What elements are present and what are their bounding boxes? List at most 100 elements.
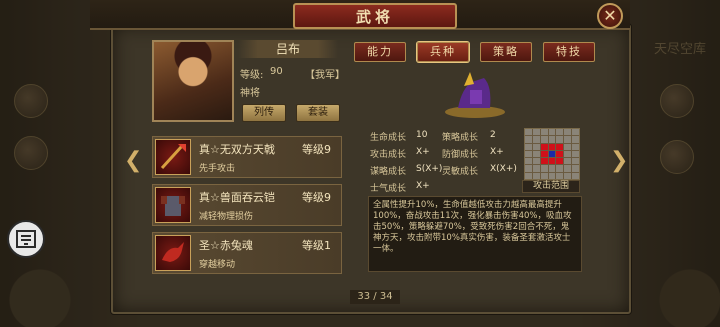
equipment-desc: 减轻物理损伤 <box>199 212 254 222</box>
pagination: 33 / 34 <box>350 290 400 304</box>
equipment-level: 等级1 <box>302 239 331 252</box>
agility-growth-value: X(X+) <box>490 164 517 174</box>
hero-level: 90 <box>270 66 283 77</box>
range-cell <box>572 172 579 179</box>
attack-growth-label: 攻击成长 <box>370 150 407 160</box>
range-cell <box>572 165 579 172</box>
equipment-level: 等级9 <box>302 143 331 156</box>
armor-icon <box>155 187 191 223</box>
intellect-growth-value: S(X+) <box>416 164 443 174</box>
range-cell <box>532 158 540 165</box>
range-cell <box>556 158 564 165</box>
range-cell <box>532 172 540 179</box>
equipment-desc: 先手攻击 <box>199 164 236 174</box>
range-cell <box>525 129 532 136</box>
floating-assist-button[interactable] <box>7 220 45 258</box>
troop-description: 全属性提升10%，生命值越低攻击力越高最高提升100%，奋战攻击11次，强化暴击… <box>368 196 582 272</box>
range-cell <box>548 136 556 143</box>
bio-button[interactable]: 列传 <box>242 104 286 122</box>
defense-growth-label: 防御成长 <box>442 150 479 160</box>
next-arrow-icon[interactable]: ❯ <box>610 150 628 172</box>
equipment-slot-weapon[interactable]: 真☆无双方天戟 等级9 先手攻击 <box>152 136 342 178</box>
hero-portrait <box>152 40 234 122</box>
troop-unit-image <box>440 68 510 120</box>
hero-name: 吕布 <box>238 40 338 58</box>
range-cell <box>532 136 540 143</box>
range-cell <box>564 129 572 136</box>
tab-troop[interactable]: 兵种 <box>417 42 469 62</box>
strategy-growth-label: 策略成长 <box>442 133 479 143</box>
equipment-name: 真☆兽面吞云铠 <box>199 191 275 204</box>
intellect-growth-label: 谋略成长 <box>370 167 407 177</box>
range-cell <box>548 172 556 179</box>
range-cell <box>564 143 572 150</box>
tab-ability[interactable]: 能力 <box>354 42 406 62</box>
range-cell <box>572 143 579 150</box>
equipment-level: 等级9 <box>302 191 331 204</box>
page-title: 武将 <box>293 3 457 29</box>
range-cell <box>556 136 564 143</box>
equipment-name: 圣☆赤兔魂 <box>199 239 253 252</box>
range-cell <box>532 165 540 172</box>
range-cell <box>572 158 579 165</box>
equipment-name: 真☆无双方天戟 <box>199 143 275 156</box>
range-cell <box>532 129 540 136</box>
range-cell <box>525 150 532 158</box>
range-cell <box>525 136 532 143</box>
attack-range-label: 攻击范围 <box>522 180 580 193</box>
range-cell <box>556 143 564 150</box>
agility-growth-label: 灵敏成长 <box>442 167 479 177</box>
suit-button[interactable]: 套装 <box>296 104 340 122</box>
range-cell <box>572 136 579 143</box>
hero-level-label: 等级: <box>240 70 264 81</box>
range-cell <box>525 172 532 179</box>
hp-growth-label: 生命成长 <box>370 133 407 143</box>
range-cell <box>572 129 579 136</box>
tab-strategy[interactable]: 策略 <box>480 42 532 62</box>
range-cell <box>564 172 572 179</box>
range-cell <box>525 165 532 172</box>
range-cell <box>564 158 572 165</box>
attack-range-grid <box>524 128 580 180</box>
range-cell <box>564 165 572 172</box>
range-cell <box>572 150 579 158</box>
hp-growth-value: 10 <box>416 130 428 140</box>
range-cell <box>548 150 556 158</box>
strategy-growth-value: 2 <box>490 130 496 140</box>
background-bubble <box>14 84 48 118</box>
range-cell <box>548 143 556 150</box>
equipment-slot-armor[interactable]: 真☆兽面吞云铠 等级9 减轻物理损伤 <box>152 184 342 226</box>
range-cell <box>540 172 548 179</box>
tab-skill[interactable]: 特技 <box>543 42 595 62</box>
equipment-slot-mount[interactable]: 圣☆赤兔魂 等级1 穿越移动 <box>152 232 342 274</box>
range-cell <box>556 172 564 179</box>
range-cell <box>548 129 556 136</box>
morale-growth-value: X+ <box>416 181 430 191</box>
close-icon: ✕ <box>603 6 617 25</box>
range-cell <box>540 150 548 158</box>
hero-role: 神将 <box>240 88 260 99</box>
range-cell <box>556 150 564 158</box>
assist-icon <box>16 230 36 248</box>
hero-faction: 【我军】 <box>305 70 345 81</box>
prev-arrow-icon[interactable]: ❮ <box>124 150 142 172</box>
range-cell <box>540 143 548 150</box>
range-cell <box>556 165 564 172</box>
range-cell <box>540 165 548 172</box>
defense-growth-value: X+ <box>490 147 504 157</box>
close-button[interactable]: ✕ <box>597 3 623 29</box>
range-cell <box>525 143 532 150</box>
background-bubble <box>660 140 694 174</box>
red-hare-icon <box>155 235 191 271</box>
equipment-desc: 穿越移动 <box>199 260 236 270</box>
range-cell <box>556 129 564 136</box>
range-cell <box>548 165 556 172</box>
range-cell <box>564 150 572 158</box>
range-cell <box>540 129 548 136</box>
range-cell <box>532 143 540 150</box>
range-cell <box>540 158 548 165</box>
background-bubble <box>660 84 694 118</box>
range-cell <box>548 158 556 165</box>
range-cell <box>525 158 532 165</box>
range-cell <box>540 136 548 143</box>
